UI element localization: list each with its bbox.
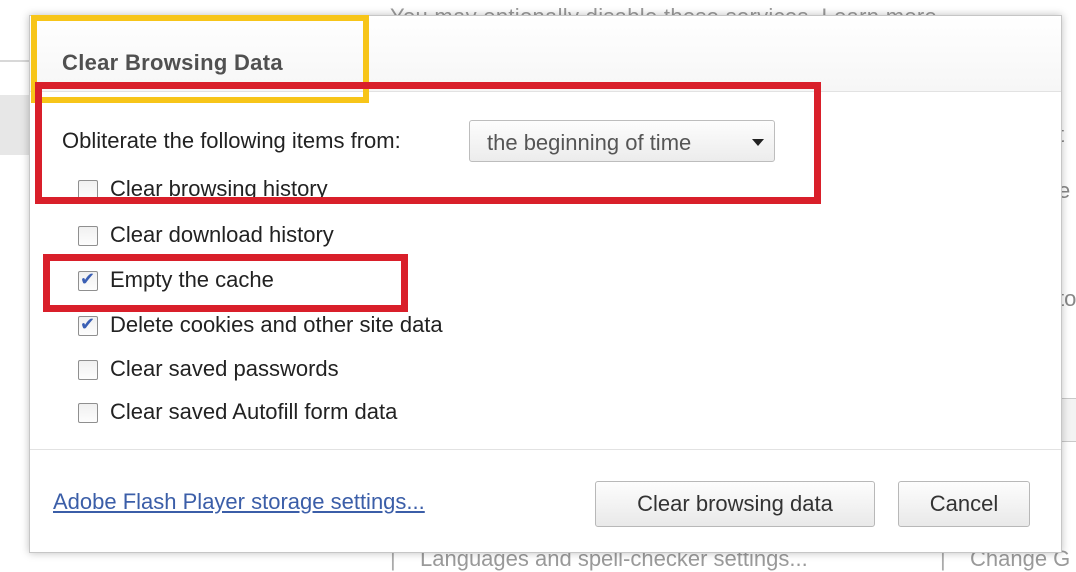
option-label: Clear download history	[110, 222, 334, 247]
footer-divider	[30, 449, 1061, 450]
clear-browsing-data-button[interactable]: Clear browsing data	[595, 481, 875, 527]
option-label: Empty the cache	[110, 267, 274, 292]
clear-browsing-data-dialog: Clear Browsing Data Obliterate the follo…	[29, 15, 1062, 553]
checkbox[interactable]	[78, 226, 98, 246]
option-label: Delete cookies and other site data	[110, 312, 443, 337]
option-label: Clear browsing history	[110, 176, 328, 201]
time-range-value: the beginning of time	[487, 130, 692, 155]
option-label: Clear saved Autofill form data	[110, 399, 398, 424]
dialog-header: Clear Browsing Data	[30, 16, 1061, 92]
checkmark-icon: ✔	[80, 314, 96, 335]
background-divider	[0, 60, 30, 62]
dropdown-arrow-icon	[752, 139, 764, 146]
option-label: Clear saved passwords	[110, 356, 339, 381]
flash-storage-settings-link[interactable]: Adobe Flash Player storage settings...	[53, 489, 425, 515]
time-range-select[interactable]: the beginning of time	[469, 120, 775, 162]
checkbox-checked[interactable]: ✔	[78, 269, 98, 291]
checkmark-icon: ✔	[80, 269, 96, 290]
dialog-title: Clear Browsing Data	[62, 50, 283, 75]
checkbox[interactable]	[78, 403, 98, 423]
cancel-button[interactable]: Cancel	[898, 481, 1030, 527]
checkbox[interactable]	[78, 180, 98, 200]
obliterate-label: Obliterate the following items from:	[62, 128, 401, 153]
checkbox-checked[interactable]: ✔	[78, 314, 98, 336]
checkbox[interactable]	[78, 360, 98, 380]
background-sidebar-fragment	[0, 95, 30, 155]
